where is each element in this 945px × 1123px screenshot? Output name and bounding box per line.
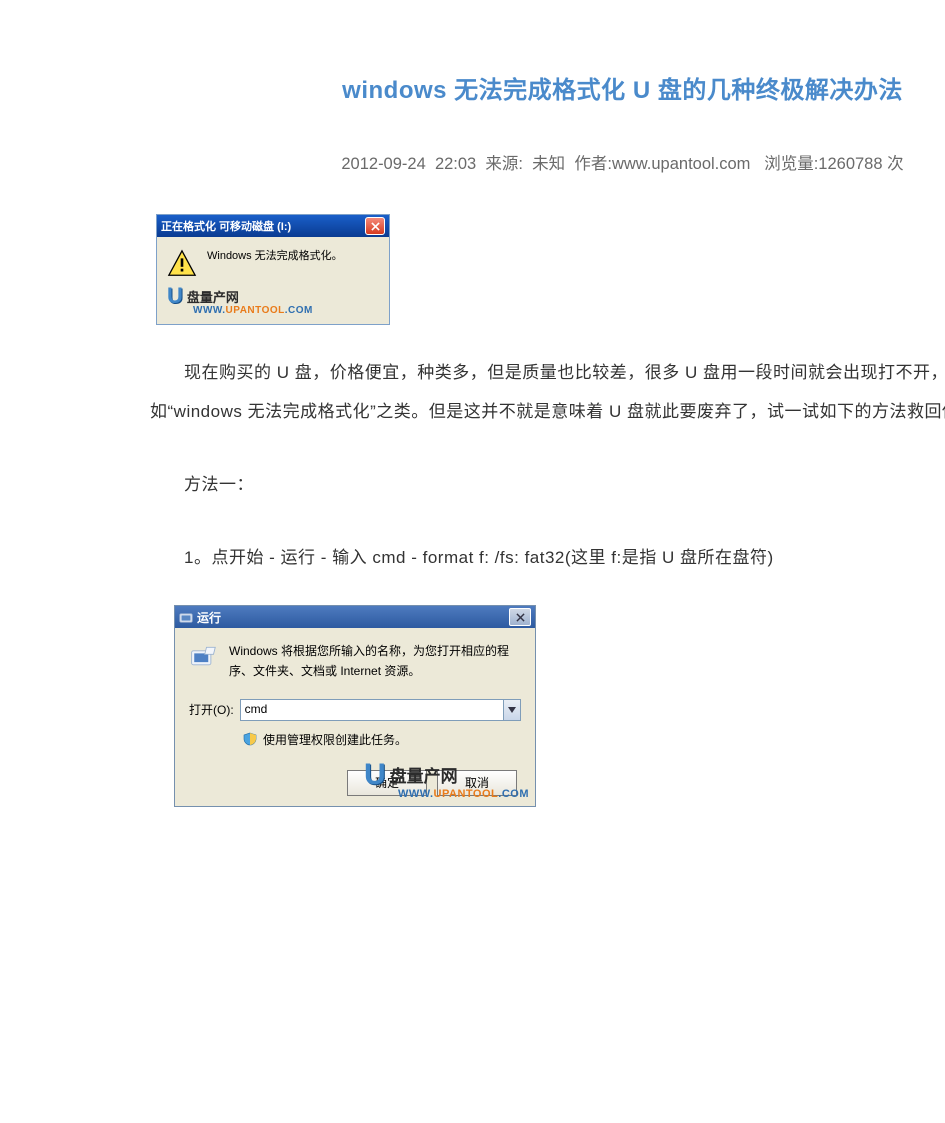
dialog2-title: 运行 bbox=[197, 609, 509, 626]
article-meta: 2012-09-24 22:03 来源: 未知 作者:www.upantool.… bbox=[150, 150, 945, 174]
meta-date: 2012-09-24 bbox=[341, 155, 425, 173]
watermark-small: U 盘量产网 WWW.UPANTOOL.COM bbox=[157, 285, 389, 324]
open-value[interactable]: cmd bbox=[241, 700, 503, 720]
open-combobox[interactable]: cmd bbox=[240, 699, 521, 721]
shield-icon bbox=[243, 732, 257, 746]
meta-author-label: 作者: bbox=[574, 155, 612, 173]
watermark-www: WWW. bbox=[193, 305, 226, 316]
watermark-u-icon: U bbox=[167, 285, 183, 307]
intro-paragraph: 现在购买的 U 盘，价格便宜，种类多，但是质量也比较差，很多 U 盘用一段时间就… bbox=[150, 353, 945, 431]
meta-source-value: 未知 bbox=[532, 155, 565, 173]
run-icon bbox=[189, 642, 217, 670]
cancel-button[interactable]: 取消 bbox=[437, 770, 517, 796]
ok-button-label: 确定 bbox=[375, 774, 399, 791]
dialog2-titlebar: 运行 bbox=[175, 606, 535, 628]
run-sys-icon bbox=[179, 610, 193, 624]
meta-views-label: 浏览量: bbox=[764, 155, 818, 173]
warning-icon bbox=[167, 249, 197, 277]
cancel-button-label: 取消 bbox=[465, 774, 489, 791]
chevron-down-icon[interactable] bbox=[503, 700, 520, 720]
watermark-domain: UPANTOOL bbox=[226, 305, 285, 316]
page-title: windows 无法完成格式化 U 盘的几种终极解决办法 bbox=[150, 70, 945, 105]
meta-views-value: 1260788 次 bbox=[818, 155, 903, 173]
watermark-cn: 盘量产网 bbox=[187, 287, 239, 306]
close-icon[interactable] bbox=[509, 608, 531, 626]
meta-author-value: www.upantool.com bbox=[612, 155, 751, 173]
dialog1-titlebar: 正在格式化 可移动磁盘 (I:) bbox=[157, 215, 389, 237]
watermark-tld: .COM bbox=[285, 305, 313, 316]
open-label: 打开(O): bbox=[189, 701, 234, 718]
dialog1-title: 正在格式化 可移动磁盘 (I:) bbox=[161, 218, 365, 234]
run-dialog: 运行 Windows 将根据您所输入的名称，为您打开相应的程序、文件夹、文档或 … bbox=[174, 605, 536, 806]
step1-text: 1。点开始 - 运行 - 输入 cmd - format f: /fs: fat… bbox=[150, 538, 945, 577]
meta-source-label: 来源: bbox=[485, 155, 523, 173]
dialog1-message: Windows 无法完成格式化。 bbox=[207, 249, 343, 264]
admin-note: 使用管理权限创建此任务。 bbox=[263, 731, 407, 748]
ok-button[interactable]: 确定 bbox=[347, 770, 427, 796]
method1-label: 方法一： bbox=[150, 465, 945, 504]
meta-time: 22:03 bbox=[435, 155, 476, 173]
format-error-dialog: 正在格式化 可移动磁盘 (I:) Windows 无法完成格式化。 U 盘量产网… bbox=[156, 214, 390, 325]
close-icon[interactable] bbox=[365, 217, 385, 235]
dialog2-description: Windows 将根据您所输入的名称，为您打开相应的程序、文件夹、文档或 Int… bbox=[229, 642, 521, 680]
